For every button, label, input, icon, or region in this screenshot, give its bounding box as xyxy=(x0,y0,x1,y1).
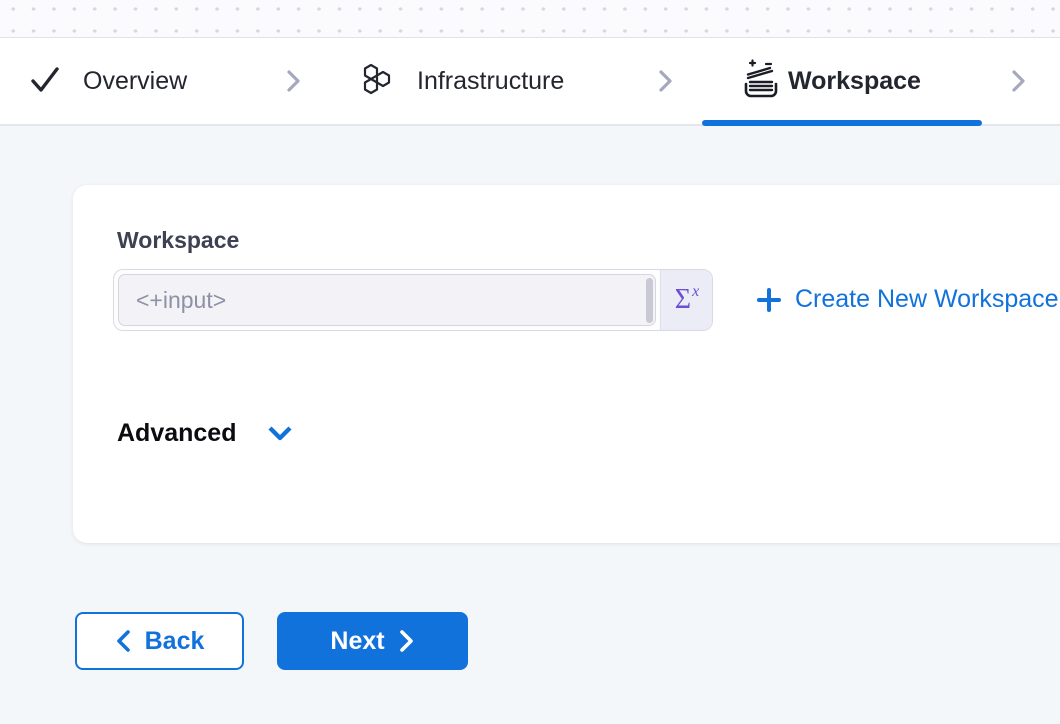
create-new-workspace-label: Create New Workspace xyxy=(795,285,1059,314)
sigma-sup-x: x xyxy=(692,283,699,301)
check-icon xyxy=(30,66,60,99)
workspace-input-placeholder: <+input> xyxy=(136,287,226,314)
chevron-left-icon xyxy=(115,629,131,653)
workspace-field-label: Workspace xyxy=(117,227,239,254)
chevron-right-icon xyxy=(653,68,677,99)
input-scrollbar-thumb[interactable] xyxy=(646,278,653,323)
advanced-label: Advanced xyxy=(117,419,236,448)
back-button[interactable]: Back xyxy=(75,612,244,670)
next-button-label: Next xyxy=(330,627,384,656)
dotted-canvas-background xyxy=(0,0,1060,38)
workspace-input-group: <+input> Σ x xyxy=(113,269,713,331)
workspace-stack-icon xyxy=(741,58,781,105)
step-overview[interactable]: Overview xyxy=(83,64,187,98)
back-button-label: Back xyxy=(145,627,205,656)
step-workspace[interactable]: Workspace xyxy=(788,64,921,98)
workspace-form-card: Workspace <+input> Σ x Create New Worksp… xyxy=(73,185,1060,543)
wizard-content: Workspace <+input> Σ x Create New Worksp… xyxy=(0,126,1060,724)
hexagons-icon xyxy=(359,62,395,103)
next-button[interactable]: Next xyxy=(277,612,468,670)
create-new-workspace-link[interactable]: Create New Workspace xyxy=(755,285,1059,314)
chevron-right-icon xyxy=(399,629,415,653)
advanced-section-toggle[interactable]: Advanced xyxy=(117,419,294,448)
chevron-right-icon xyxy=(281,68,305,99)
workspace-input[interactable]: <+input> xyxy=(118,274,656,326)
sigma-icon: Σ xyxy=(675,286,691,314)
chevron-right-icon xyxy=(1006,68,1030,99)
chevron-down-icon xyxy=(266,422,294,446)
wizard-stepper: Overview Infrastructure Workspace xyxy=(0,38,1060,126)
step-infrastructure[interactable]: Infrastructure xyxy=(417,64,564,98)
plus-icon xyxy=(755,286,783,314)
expression-editor-toggle[interactable]: Σ x xyxy=(660,270,712,330)
